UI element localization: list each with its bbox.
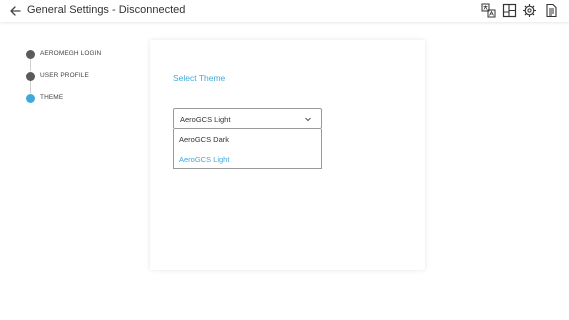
theme-select[interactable]: AeroGCS Light (173, 108, 322, 129)
chevron-down-icon (305, 117, 311, 122)
step-connector (30, 80, 31, 93)
step-connector (30, 58, 31, 71)
step-label: USER PROFILE (40, 72, 89, 79)
option-label: AeroGCS Dark (179, 135, 230, 144)
step-label: THEME (40, 94, 64, 101)
step-label: AEROMEGH LOGIN (40, 50, 102, 57)
theme-dropdown-menu: AeroGCS Dark AeroGCS Light (173, 129, 322, 169)
document-icon[interactable] (544, 3, 559, 18)
settings-gear-icon[interactable] (522, 3, 537, 18)
theme-option-light[interactable]: AeroGCS Light (174, 149, 321, 169)
step-indicator-active (26, 94, 35, 103)
theme-option-dark[interactable]: AeroGCS Dark (174, 129, 321, 149)
theme-select-value: AeroGCS Light (180, 115, 231, 124)
back-arrow-icon[interactable] (8, 4, 22, 18)
select-theme-heading: Select Theme (173, 73, 226, 83)
option-label: AeroGCS Light (179, 155, 230, 164)
translate-icon[interactable] (481, 3, 496, 18)
page-title: General Settings - Disconnected (27, 4, 186, 16)
layout-icon[interactable] (502, 3, 517, 18)
theme-card: Select Theme AeroGCS Light AeroGCS Dark … (150, 40, 425, 270)
step-indicator (26, 72, 35, 81)
step-indicator (26, 50, 35, 59)
app-header: General Settings - Disconnected (0, 0, 569, 22)
